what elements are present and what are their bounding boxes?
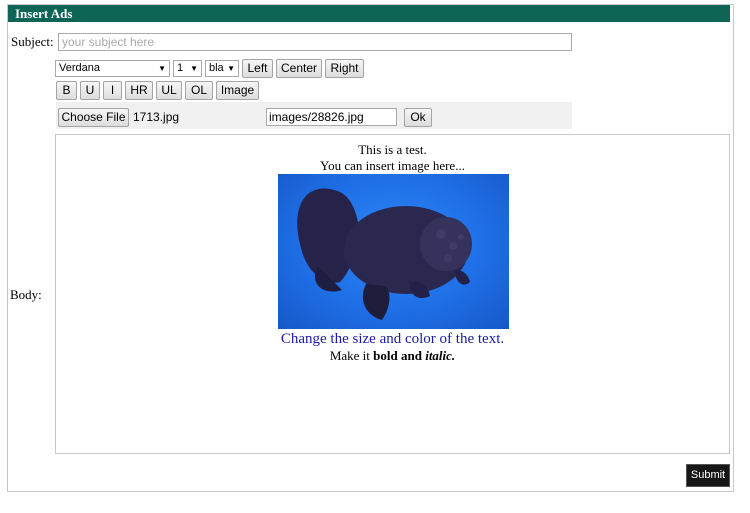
size-select-value: 1 (177, 62, 184, 74)
align-center-button[interactable]: Center (276, 59, 322, 78)
hr-button[interactable]: HR (125, 81, 153, 100)
chevron-down-icon: ▼ (158, 64, 166, 73)
color-select[interactable]: bla ▼ (205, 60, 239, 77)
body-line-2: You can insert image here... (320, 158, 465, 173)
chosen-file-name: 1713.jpg (133, 110, 180, 124)
italic-button[interactable]: I (103, 81, 122, 100)
color-select-value: bla (209, 62, 224, 74)
underline-button[interactable]: U (80, 81, 100, 100)
subject-input[interactable] (58, 33, 572, 51)
size-select[interactable]: 1 ▼ (173, 60, 202, 77)
body-editor[interactable]: This is a test. You can insert image her… (55, 134, 730, 454)
fish-illustration (297, 188, 472, 320)
ok-button[interactable]: Ok (404, 108, 432, 127)
image-button[interactable]: Image (216, 81, 259, 100)
body-line-3: Change the size and color of the text. (280, 331, 505, 347)
panel-header: Insert Ads (8, 5, 730, 22)
submit-button[interactable]: Submit (686, 464, 730, 487)
choose-file-button[interactable]: Choose File (58, 108, 129, 127)
body-line-4-prefix: Make it (329, 348, 374, 363)
subject-label: Subject: (11, 34, 54, 49)
font-select-value: Verdana (59, 62, 100, 74)
body-line-4-bold: bold and (373, 348, 426, 363)
image-path-input[interactable] (266, 108, 397, 126)
chevron-down-icon: ▼ (227, 64, 235, 73)
ol-button[interactable]: OL (185, 81, 213, 100)
body-label: Body: (10, 287, 42, 302)
ul-button[interactable]: UL (156, 81, 182, 100)
body-line-4-bold-italic: italic. (425, 348, 456, 363)
body-line-4: Make it bold and italic. (56, 348, 729, 364)
fish-image (278, 174, 509, 329)
align-right-button[interactable]: Right (325, 59, 364, 78)
font-select[interactable]: Verdana ▼ (55, 60, 170, 77)
chevron-down-icon: ▼ (190, 64, 198, 73)
bold-button[interactable]: B (56, 81, 77, 100)
body-line-1: This is a test. (358, 142, 427, 157)
align-left-button[interactable]: Left (242, 59, 273, 78)
